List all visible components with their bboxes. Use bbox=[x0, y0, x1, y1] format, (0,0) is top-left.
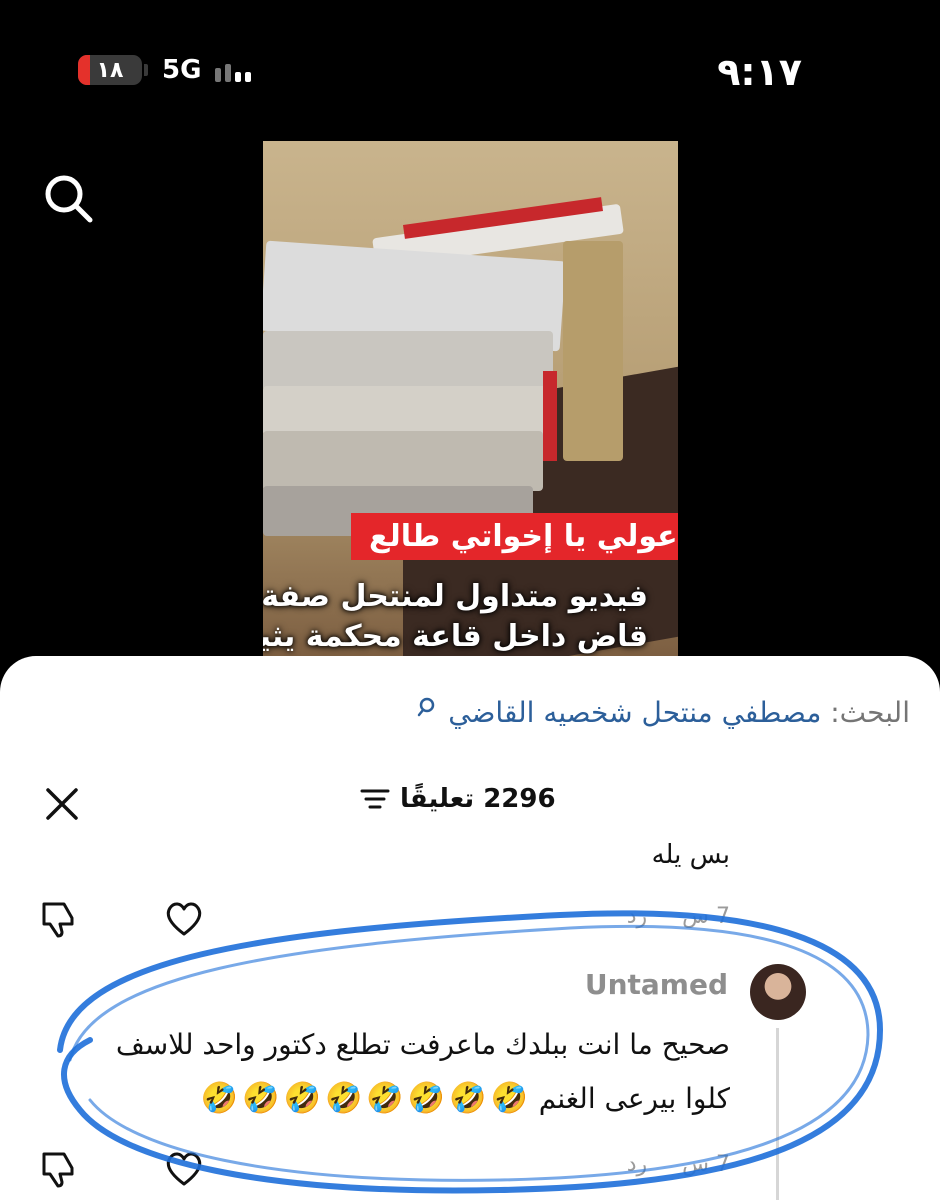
emoji-laughing: 🤣 bbox=[366, 1081, 404, 1116]
comment-actions bbox=[38, 1146, 206, 1190]
comment-meta: 7 س رد bbox=[627, 1152, 730, 1177]
comment-time: 7 س bbox=[682, 904, 730, 929]
avatar[interactable] bbox=[750, 964, 806, 1020]
dislike-icon[interactable] bbox=[38, 896, 82, 940]
emoji-laughing: 🤣 bbox=[325, 1081, 363, 1116]
emoji-laughing: 🤣 bbox=[449, 1081, 487, 1116]
video-caption-line2: قاض داخل قاعة محكمة يثير bbox=[263, 619, 648, 654]
comment-time: 7 س bbox=[682, 1152, 730, 1177]
search-icon[interactable] bbox=[40, 170, 96, 230]
search-prefix: البحث: bbox=[830, 696, 910, 729]
like-icon[interactable] bbox=[162, 1146, 206, 1190]
comment-line2-text: كلوا بيرعى الغنم bbox=[538, 1082, 730, 1115]
emoji-laughing: 🤣 bbox=[283, 1081, 321, 1116]
video-thumbnail[interactable]: ادعولي يا إخواتي طالع فيديو متداول لمنتح… bbox=[263, 141, 678, 661]
comments-panel: البحث: مصطفي منتحل شخصيه القاضي 2296 تعل… bbox=[0, 656, 940, 1200]
battery-level: ١٨ bbox=[96, 57, 124, 83]
previous-comment-meta: 7 س رد bbox=[627, 904, 730, 929]
status-left: ١٨ 5G bbox=[78, 55, 252, 85]
sort-icon bbox=[360, 789, 390, 809]
comments-header: 2296 تعليقًا bbox=[0, 778, 940, 828]
comment-username[interactable]: Untamed bbox=[585, 968, 728, 1001]
search-query-link[interactable]: مصطفي منتحل شخصيه القاضي bbox=[448, 696, 821, 729]
status-time: ٩:١٧ bbox=[717, 50, 802, 94]
network-type: 5G bbox=[162, 55, 202, 85]
signal-icon bbox=[215, 58, 252, 82]
reply-button[interactable]: رد bbox=[627, 1152, 647, 1177]
battery-fill bbox=[78, 55, 90, 85]
paper-stack-image bbox=[263, 181, 624, 561]
emoji-laughing: 🤣 bbox=[407, 1081, 446, 1116]
comment-line2: كلوا بيرعى الغنم 🤣🤣🤣🤣🤣🤣🤣🤣 bbox=[50, 1072, 730, 1126]
comments-count: 2296 تعليقًا bbox=[400, 784, 556, 814]
emoji-laughing: 🤣 bbox=[200, 1081, 239, 1116]
emoji-laughing: 🤣 bbox=[242, 1081, 280, 1116]
battery-indicator: ١٨ bbox=[78, 55, 148, 85]
emoji-row: 🤣🤣🤣🤣🤣🤣🤣🤣 bbox=[199, 1081, 530, 1116]
close-icon[interactable] bbox=[44, 786, 80, 826]
dislike-icon[interactable] bbox=[38, 1146, 82, 1190]
emoji-laughing: 🤣 bbox=[490, 1081, 528, 1116]
comment-body: صحيح ما انت ببلدك ماعرفت تطلع دكتور واحد… bbox=[50, 1018, 730, 1126]
video-caption-line1: فيديو متداول لمنتحل صفة bbox=[263, 579, 648, 614]
search-suggestion[interactable]: البحث: مصطفي منتحل شخصيه القاضي bbox=[417, 696, 910, 729]
like-icon[interactable] bbox=[162, 896, 206, 940]
comment-line1: صحيح ما انت ببلدك ماعرفت تطلع دكتور واحد… bbox=[115, 1028, 730, 1061]
previous-comment-actions bbox=[38, 896, 206, 940]
comments-count-button[interactable]: 2296 تعليقًا bbox=[360, 784, 556, 814]
reply-button[interactable]: رد bbox=[627, 904, 647, 929]
thread-line bbox=[776, 1028, 779, 1200]
video-caption-highlight: ادعولي يا إخواتي طالع bbox=[351, 513, 678, 560]
previous-comment-text: بس يله bbox=[651, 840, 730, 870]
search-small-icon bbox=[418, 697, 435, 717]
